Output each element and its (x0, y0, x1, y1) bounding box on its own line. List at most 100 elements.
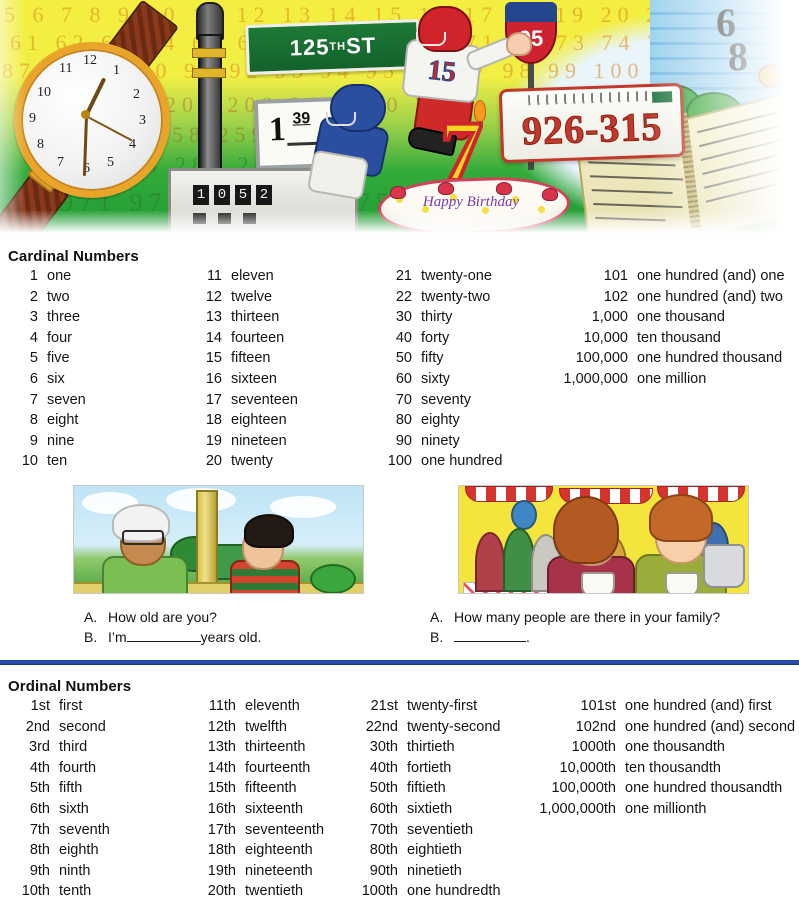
number-figure: 13th (207, 739, 236, 756)
dialogue-age: A. How old are you? B. I’m years old. (84, 607, 261, 647)
number-figure: 19th (207, 862, 236, 879)
dialogue-line-a: A. How old are you? (84, 607, 261, 627)
cardinal-number-row: 100 one hundred (378, 453, 503, 474)
ordinal-number-row: 13th thirteenth (190, 739, 324, 760)
number-figure: 11th (208, 698, 236, 714)
number-figure: 102 (603, 288, 628, 305)
meter-digit: 2 (256, 185, 272, 205)
number-figure: 10,000 (583, 329, 628, 346)
meter-digit: 0 (214, 185, 230, 205)
number-word: thirtieth (407, 739, 455, 756)
number-word: ninetieth (407, 862, 462, 879)
number-word: one hundred thousandth (625, 780, 783, 797)
number-figure: 2 (29, 288, 38, 305)
cardinal-number-row: 9 nine (8, 433, 86, 454)
number-word: eight (47, 412, 79, 429)
number-word: twentieth (245, 883, 304, 900)
number-word: one (47, 268, 72, 284)
number-figure: 80 (395, 412, 412, 429)
dialogue-line-b: B.. (430, 627, 720, 647)
shield-top-band (505, 2, 557, 22)
meter-display: 1 0 5 2 (193, 185, 272, 205)
ordinal-column-2: 11th eleventh 12th twelfth 13th thirteenth 14t… (190, 698, 324, 904)
number-figure: 40th (369, 759, 398, 776)
dialogue-question-family: How many people are there in your family… (454, 609, 721, 625)
number-word: two (47, 288, 70, 305)
number-word: fifteenth (245, 780, 297, 797)
number-word: thirteen (231, 309, 280, 326)
number-word: sixtieth (407, 800, 453, 817)
dialogue-answer-prefix: I’m (108, 629, 127, 645)
number-figure: 5 (29, 350, 38, 367)
ordinal-number-row: 80th eightieth (346, 842, 501, 863)
number-word: nine (47, 432, 75, 449)
cardinal-number-row: 7 seven (8, 392, 86, 413)
ordinal-number-row: 9th ninth (8, 863, 110, 884)
number-figure: 100,000th (551, 780, 616, 797)
number-figure: 14 (205, 329, 222, 346)
ordinal-number-row: 12th twelfth (190, 719, 324, 740)
answer-blank-family[interactable] (454, 641, 526, 642)
number-word: four (47, 329, 72, 346)
number-figure: 9th (29, 862, 50, 879)
illustration-bottom-fade (0, 210, 799, 238)
price-whole: 1 (268, 110, 287, 149)
cardinal-number-row: 16 sixteen (190, 371, 298, 392)
ordinal-number-row: 100,000th one hundred thousandth (512, 780, 795, 801)
number-figure: 15 (205, 350, 222, 367)
number-figure: 60 (395, 370, 412, 387)
speaker-label-a: A. (84, 609, 98, 625)
speaker-label-b: B. (430, 629, 444, 645)
cardinal-number-row: 10,000 ten thousand (546, 330, 785, 351)
number-figure: 21 (395, 268, 412, 284)
number-word: thirty (421, 309, 453, 326)
cardinal-number-row: 22 twenty-two (378, 289, 502, 310)
ordinal-number-row: 19th nineteenth (190, 863, 324, 884)
jersey-number: 15 (426, 54, 458, 89)
number-word: one hundred thousand (637, 350, 783, 367)
number-word: seventh (59, 821, 110, 838)
ordinal-number-row: 17th seventeenth (190, 822, 324, 843)
number-word: ten thousand (637, 329, 721, 346)
number-figure: 3rd (29, 739, 50, 756)
number-word: one thousandth (625, 739, 725, 756)
number-word: fiftieth (407, 780, 446, 797)
number-word: sixteen (231, 370, 277, 387)
speaker-label-b: B. (84, 629, 98, 645)
wristwatch: 12 1 2 3 4 5 6 7 8 9 10 11 (0, 0, 180, 238)
ordinal-number-row: 101st one hundred (and) first (512, 698, 795, 719)
number-figure: 100th (361, 883, 398, 900)
number-word: fortieth (407, 759, 452, 776)
number-word: seventeen (231, 391, 298, 408)
cardinal-number-row: 40 forty (378, 330, 502, 351)
balloon-icon (511, 500, 537, 530)
coffee-cup-icon (665, 572, 699, 593)
number-figure: 19 (205, 432, 222, 449)
streamer-decoration (465, 486, 553, 502)
cardinal-number-row: 6 six (8, 371, 86, 392)
cardinal-column-3: 21 twenty-one 22 twenty-two 30 thirty 40 forty 5… (378, 268, 503, 474)
number-word: one million (637, 370, 707, 387)
blue-pants (306, 149, 370, 201)
answer-blank-age[interactable] (126, 641, 201, 642)
number-figure: 22nd (365, 718, 398, 735)
ordinal-number-row: 2nd second (8, 719, 110, 740)
number-word: twenty-two (421, 288, 491, 305)
number-word: fifth (59, 780, 83, 797)
number-figure: 6 (29, 370, 38, 387)
street-sign-number: 125 (289, 34, 330, 61)
number-word: eighteen (231, 412, 287, 429)
blue-helmet (326, 84, 386, 132)
number-figure: 70th (369, 821, 398, 838)
number-figure: 10,000th (559, 759, 616, 776)
cardinal-number-row: 3 three (8, 309, 86, 330)
street-sign-tail: ST (345, 32, 377, 59)
number-word: one hundred (and) two (637, 288, 783, 305)
number-figure: 1 (29, 268, 38, 284)
header-illustration: 5 6 7 8 9 10 11 12 13 14 15 16 17 18 19 … (0, 0, 799, 238)
ordinal-number-row: 6th sixth (8, 801, 110, 822)
number-word: first (59, 698, 83, 714)
number-figure: 5th (29, 780, 50, 797)
number-figure: 8 (29, 412, 38, 429)
number-word: fifteen (231, 350, 271, 367)
